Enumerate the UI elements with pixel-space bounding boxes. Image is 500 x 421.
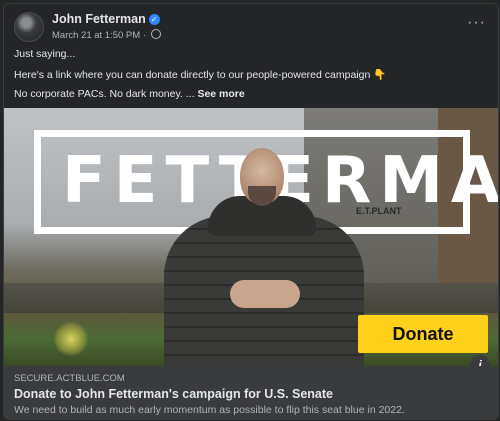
facebook-post: John Fetterman ✓ March 21 at 1:50 PM · ··…	[3, 3, 499, 420]
author-name-text[interactable]: John Fetterman	[52, 12, 146, 26]
pointing-down-icon: 👇	[373, 69, 387, 81]
lens-flare	[54, 322, 88, 356]
post-timestamp[interactable]: March 21 at 1:50 PM	[52, 30, 140, 41]
post-line-1: Just saying...	[14, 48, 76, 60]
more-options-icon[interactable]: ···	[467, 14, 486, 32]
meta-separator: ·	[142, 30, 146, 41]
link-domain: SECURE.ACTBLUE.COM	[14, 373, 125, 384]
link-preview[interactable]: SECURE.ACTBLUE.COM Donate to John Fetter…	[4, 366, 498, 419]
post-meta: March 21 at 1:50 PM ·	[52, 29, 161, 41]
globe-icon	[150, 29, 161, 39]
author-avatar[interactable]	[14, 12, 44, 42]
post-line-3: No corporate PACs. No dark money. ... Se…	[14, 88, 488, 108]
post-line-2-text: Here's a link where you can donate direc…	[14, 69, 371, 81]
post-image[interactable]: FETTERMAN E.T.PLANT Donate i	[4, 108, 498, 366]
link-description: We need to build as much early momentum …	[14, 404, 405, 416]
verified-badge-icon: ✓	[148, 14, 160, 25]
clasped-hands	[230, 280, 300, 308]
donate-badge[interactable]: Donate	[358, 315, 488, 353]
see-more-link[interactable]: See more	[197, 88, 244, 100]
post-text: Just saying... Here's a link where you c…	[14, 48, 488, 108]
post-line-3-text: No corporate PACs. No dark money. ...	[14, 88, 195, 100]
person-figure	[164, 148, 364, 366]
post-line-2: Here's a link where you can donate direc…	[14, 68, 488, 88]
link-title[interactable]: Donate to John Fetterman's campaign for …	[14, 387, 333, 401]
post-header: John Fetterman ✓ March 21 at 1:50 PM · ··…	[14, 12, 488, 42]
author-name[interactable]: John Fetterman ✓	[52, 12, 160, 26]
